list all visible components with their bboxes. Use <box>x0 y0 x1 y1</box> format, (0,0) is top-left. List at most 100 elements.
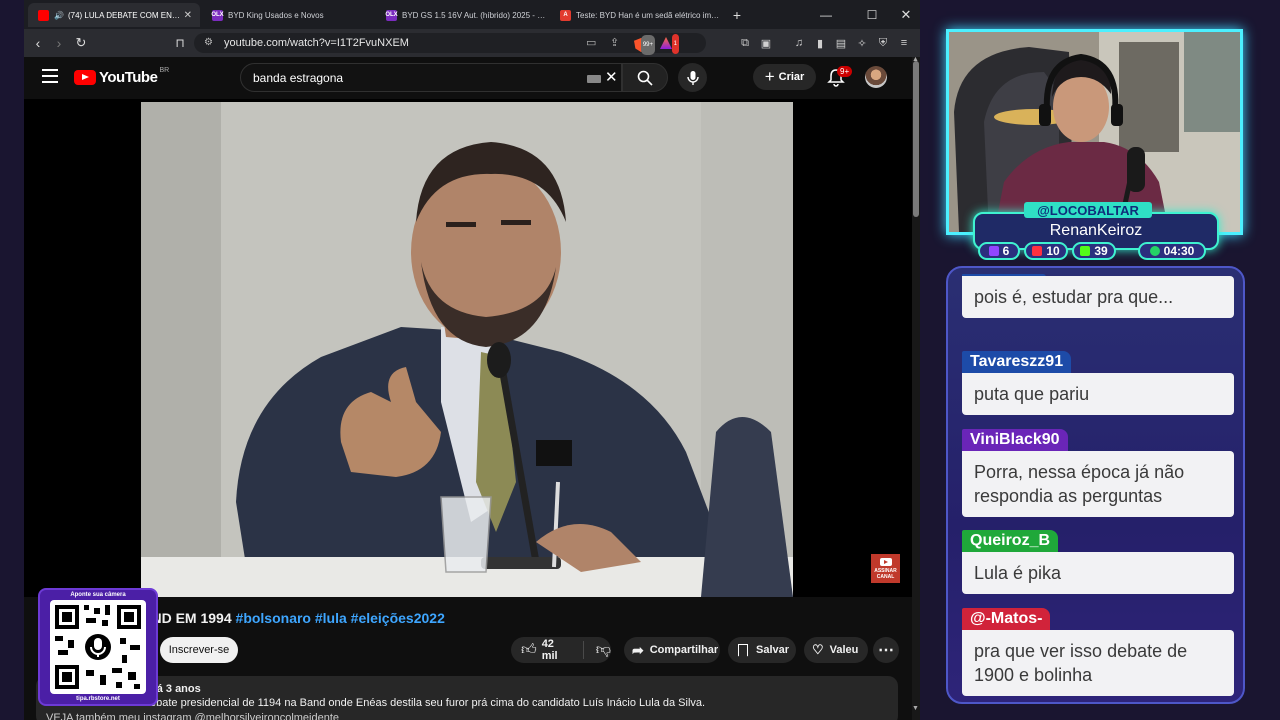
address-bar-row: ‹ › ↻ ⊓ ⚙ youtube.com/watch?v=I1T2FvuNXE… <box>24 29 920 57</box>
qr-donation-overlay: Aponte sua câmera tipa.rbstore.net <box>38 588 158 706</box>
description-box[interactable]: há 3 anos ebate presidencial de 1194 na … <box>36 676 898 720</box>
bookmark-save-icon <box>738 643 748 657</box>
youtube-play-icon <box>74 70 96 85</box>
create-label: Criar <box>778 71 805 83</box>
minimize-button[interactable]: — <box>808 0 844 29</box>
kick-icon <box>1080 246 1091 256</box>
bookmark-icon[interactable]: ⊓ <box>171 34 189 52</box>
streamer-handle: @LOCOBALTAR <box>1024 202 1152 218</box>
timer-value: 04:30 <box>1163 244 1195 258</box>
new-tab-button[interactable]: + <box>722 0 752 29</box>
tab-olx-king[interactable]: OLX BYD King Usados e Novos <box>202 3 374 27</box>
chat-text: pois é, estudar pra que... <box>962 276 1234 318</box>
hashtags-link[interactable]: #bolsonaro #lula #eleições2022 <box>236 610 445 626</box>
back-icon[interactable]: ‹ <box>29 34 47 52</box>
brave-rewards-icon[interactable]: 1 <box>660 34 679 54</box>
search-box[interactable]: ✕ <box>240 63 622 92</box>
youtube-small-icon <box>879 557 892 566</box>
close-tab-icon[interactable]: ✕ <box>184 10 192 21</box>
share-icon[interactable]: ⇪ <box>610 33 619 53</box>
olx-favicon-icon: OLX <box>385 9 398 21</box>
chat-username: @-Matos- <box>962 608 1051 630</box>
menu-icon[interactable]: ≡ <box>896 35 912 51</box>
extensions-icon[interactable]: ⧉ <box>737 35 753 51</box>
chat-text: pra que ver isso debate de 1900 e bolinh… <box>962 630 1234 696</box>
chat-username: ViniBlack90 <box>962 429 1068 451</box>
chat-username: Tavareszz91 <box>962 351 1072 373</box>
microphone-icon <box>686 70 699 85</box>
vpn-icon[interactable]: ⛨ <box>875 35 891 51</box>
account-avatar[interactable] <box>865 66 887 88</box>
chat-panel: pois é, estudar pra que... Tavareszz91 p… <box>946 266 1245 704</box>
scroll-up-icon[interactable]: ▲ <box>912 56 919 63</box>
voice-search-button[interactable] <box>678 63 707 92</box>
speaker-icon: 🔊 <box>54 10 64 20</box>
reload-icon[interactable]: ↻ <box>72 34 90 52</box>
brave-shields-icon[interactable]: 99+ <box>634 35 655 55</box>
clock-icon <box>1149 246 1160 256</box>
share-button[interactable]: ➦ Compartilhar <box>624 637 720 663</box>
streamer-name: RenanKeiroz <box>1049 222 1143 239</box>
youtube-favicon-icon <box>38 9 49 21</box>
youtube-logo[interactable]: YouTube BR <box>74 67 170 86</box>
country-code: BR <box>159 67 170 74</box>
olx-favicon-icon: OLX <box>211 9 224 21</box>
browser-window: 🔊 (74) LULA DEBATE COM ENEAS NA ✕ OLX BY… <box>24 0 920 720</box>
tab-byd-han[interactable]: A Teste: BYD Han é um sedã elétrico impo… <box>550 3 722 27</box>
screenshot-icon[interactable]: ▣ <box>758 35 774 51</box>
tab-title: (74) LULA DEBATE COM ENEAS NA <box>67 10 184 20</box>
dislike-icon[interactable]: 👎︎ <box>596 641 611 659</box>
close-window-button[interactable]: ✕ <box>888 0 920 29</box>
stat-value: 6 <box>1002 244 1010 258</box>
twitch-icon <box>988 246 999 256</box>
description-text: ebate presidencial de 1194 na Band onde … <box>150 697 706 709</box>
page-scrollbar[interactable]: ▲ ▼ <box>912 56 920 720</box>
hamburger-menu-icon[interactable] <box>42 69 58 85</box>
thanks-button[interactable]: ♡ Valeu <box>804 637 868 663</box>
qr-code-image <box>50 600 146 694</box>
subscribe-watermark[interactable]: ASSINAR CANAL <box>871 554 900 583</box>
article-favicon-icon: A <box>560 9 571 21</box>
youtube-header: YouTube BR ✕ +Criar 9+ <box>24 57 912 99</box>
url-text: youtube.com/watch?v=I1T2FvuNXEM <box>224 37 409 49</box>
notification-count-badge: 9+ <box>837 66 853 77</box>
like-count[interactable]: 42 mil <box>542 638 573 662</box>
scrollbar-thumb[interactable] <box>913 61 919 217</box>
subscribe-button[interactable]: Inscrever-se <box>160 637 238 663</box>
wallet-icon[interactable]: ▤ <box>833 35 849 51</box>
qr-url: tipa.rbstore.net <box>76 696 120 702</box>
save-button[interactable]: Salvar <box>728 637 796 663</box>
create-button[interactable]: + Criar <box>753 64 816 90</box>
cast-icon[interactable]: ▭ <box>586 33 596 53</box>
tab-title: BYD King Usados e Novos <box>228 10 324 20</box>
video-still-image <box>141 102 793 597</box>
clear-search-icon[interactable]: ✕ <box>605 68 618 86</box>
tab-youtube[interactable]: 🔊 (74) LULA DEBATE COM ENEAS NA ✕ <box>28 3 200 27</box>
forward-icon[interactable]: › <box>50 34 68 52</box>
leo-ai-icon[interactable]: ✧ <box>854 35 870 51</box>
search-icon <box>637 70 653 86</box>
keyboard-icon[interactable] <box>587 75 601 83</box>
search-button[interactable] <box>622 63 668 92</box>
site-settings-icon[interactable]: ⚙ <box>204 33 213 53</box>
scroll-down-icon[interactable]: ▼ <box>912 705 919 712</box>
sidebar-icon[interactable]: ▮ <box>812 35 828 51</box>
like-icon[interactable]: 👍︎ <box>521 641 537 659</box>
chat-text: Porra, nessa época já não respondia as p… <box>962 451 1234 517</box>
more-actions-button[interactable]: ⋯ <box>873 637 899 663</box>
url-field[interactable]: ⚙ youtube.com/watch?v=I1T2FvuNXEM ▭ ⇪ 99… <box>194 33 706 55</box>
media-icon[interactable]: ♫ <box>791 35 807 51</box>
tab-title: Teste: BYD Han é um sedã elétrico impone… <box>576 10 722 20</box>
tab-olx-gs[interactable]: OLX BYD GS 1.5 16V Aut. (híbrido) 2025 -… <box>376 3 548 27</box>
twitch-viewer-stat: 6 <box>978 242 1020 260</box>
chat-text: puta que pariu <box>962 373 1234 415</box>
video-frame <box>141 102 793 597</box>
watermark-text: CANAL <box>876 573 895 580</box>
stat-value: 10 <box>1046 244 1060 258</box>
share-label: Compartilhar <box>649 644 719 656</box>
video-player[interactable]: ASSINAR CANAL <box>24 99 912 597</box>
maximize-button[interactable]: ☐ <box>854 0 890 29</box>
tab-title: BYD GS 1.5 16V Aut. (híbrido) 2025 - 145… <box>402 10 548 20</box>
stream-timer: 04:30 <box>1138 242 1206 260</box>
search-input[interactable] <box>253 70 573 86</box>
